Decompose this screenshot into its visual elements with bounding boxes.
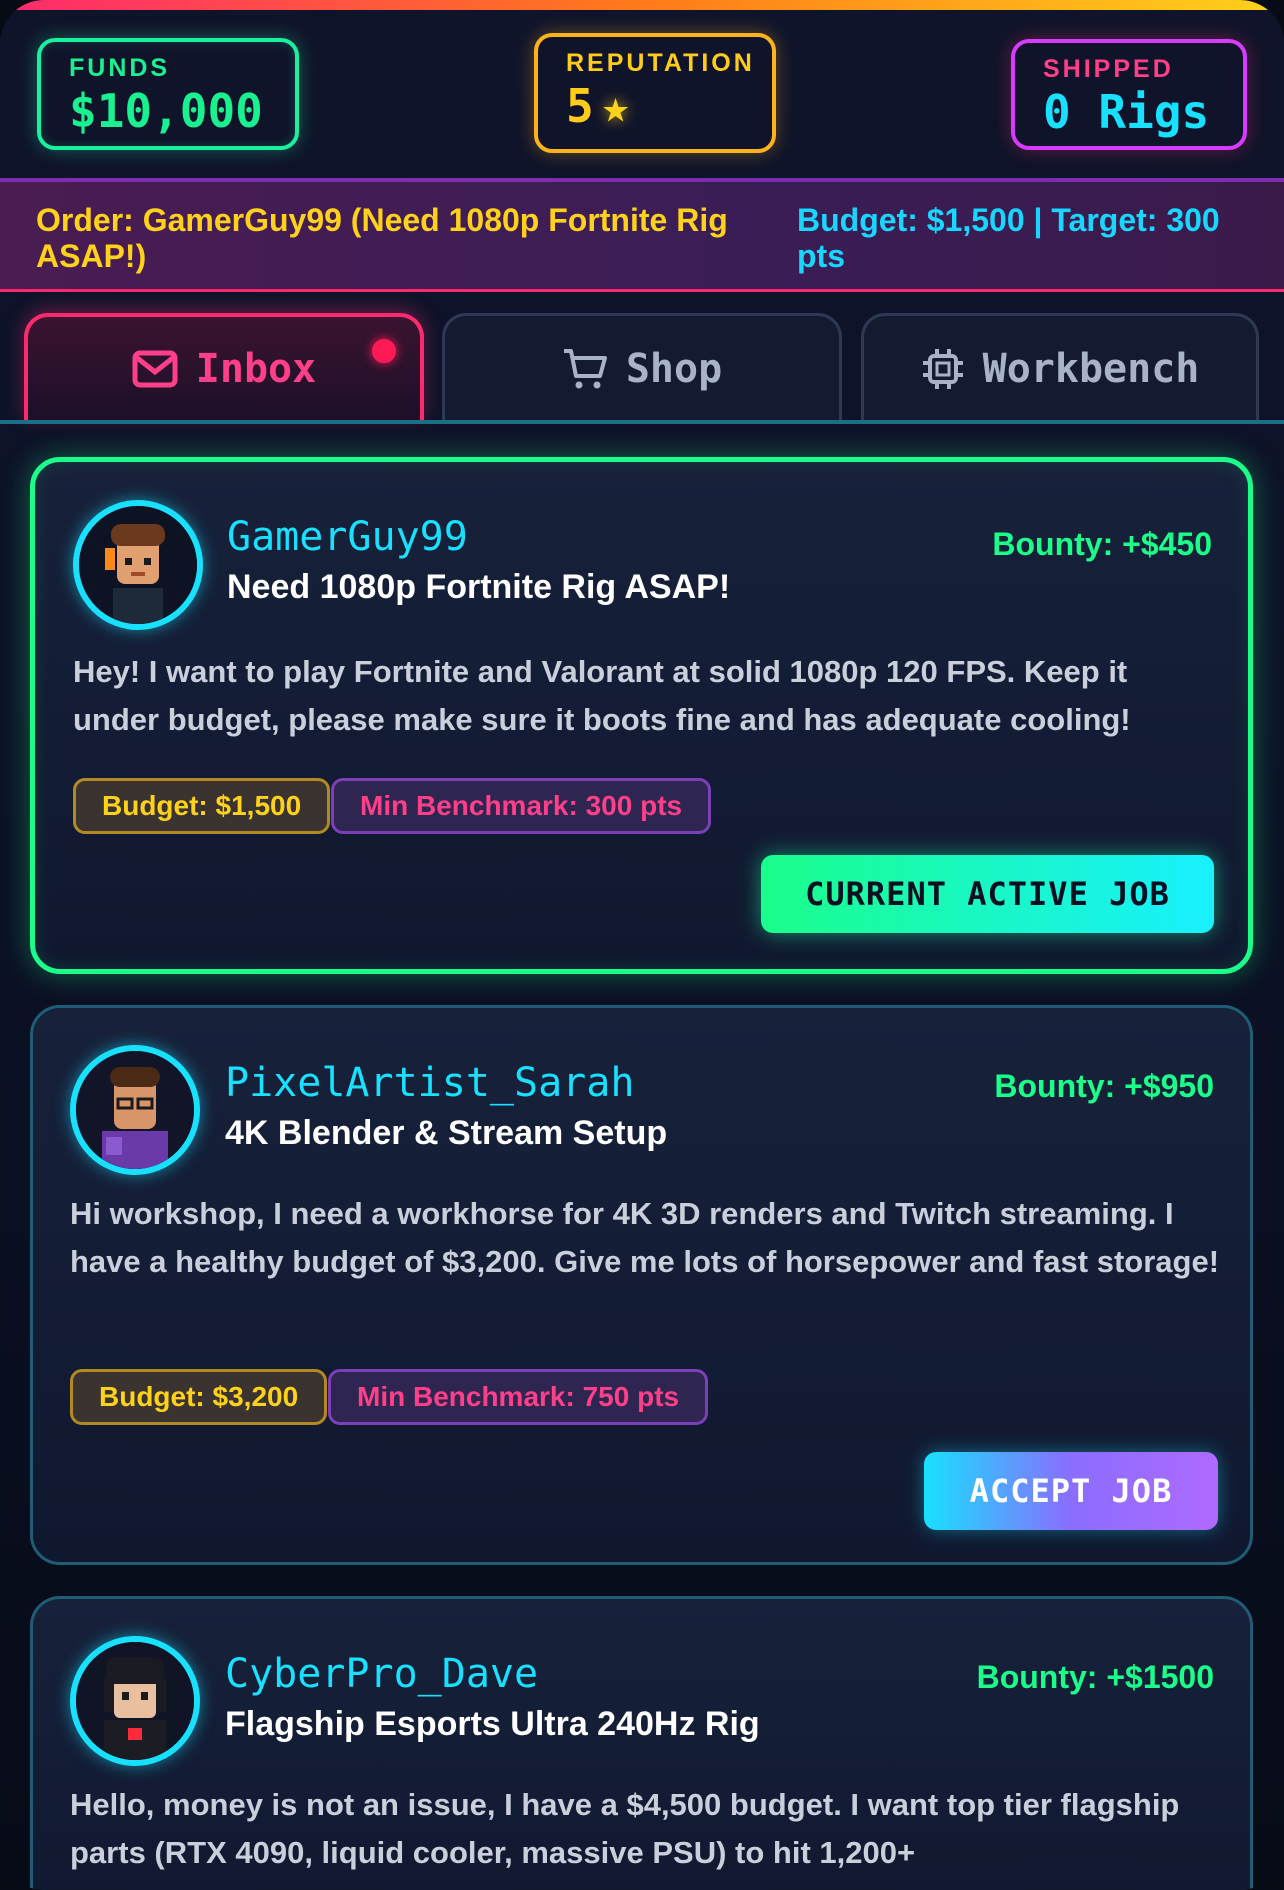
job-description: Hello, money is not an issue, I have a $… (70, 1787, 1180, 1870)
tab-inbox-label: Inbox (195, 346, 317, 392)
budget-chip: Budget: $1,500 (73, 778, 331, 834)
benchmark-chip: Min Benchmark: 750 pts (328, 1369, 709, 1425)
tab-shop[interactable]: Shop (442, 313, 842, 421)
top-accent-bar (0, 0, 1284, 10)
cart-icon (562, 346, 608, 392)
current-order-banner: Order: GamerGuy99 (Need 1080p Fortnite R… (0, 178, 1284, 292)
tab-shop-label: Shop (625, 345, 723, 392)
tab-inbox[interactable]: Inbox (24, 313, 424, 421)
mail-icon (132, 350, 178, 388)
shipped-label: SHIPPED (1043, 55, 1174, 83)
shipped-value: 0 Rigs (1043, 85, 1210, 139)
star-icon: ★ (601, 79, 630, 133)
order-budget-target: Budget: $1,500 | Target: 300 pts (797, 202, 1220, 274)
job-card: PixelArtist_Sarah 4K Blender & Stream Se… (30, 1005, 1253, 1565)
job-bounty: Bounty: +$1500 (976, 1659, 1214, 1695)
reputation-stat: REPUTATION 5 ★ (534, 33, 776, 153)
current-active-job-button[interactable]: CURRENT ACTIVE JOB (761, 855, 1214, 933)
reputation-value: 5 (566, 79, 594, 133)
job-card: CyberPro_Dave Flagship Esports Ultra 240… (30, 1596, 1253, 1890)
notification-dot (372, 339, 396, 363)
shipped-stat: SHIPPED 0 Rigs (1011, 39, 1247, 150)
job-title: Need 1080p Fortnite Rig ASAP! (227, 568, 731, 606)
job-username: GamerGuy99 (227, 514, 468, 560)
job-description: Hey! I want to play Fortnite and Valoran… (73, 654, 1131, 737)
cpu-icon (921, 347, 965, 391)
tab-divider (0, 420, 1284, 424)
avatar (73, 500, 203, 630)
job-card: GamerGuy99 Need 1080p Fortnite Rig ASAP!… (30, 457, 1253, 974)
budget-chip: Budget: $3,200 (70, 1369, 328, 1425)
funds-label: FUNDS (69, 54, 171, 82)
job-bounty: Bounty: +$950 (994, 1068, 1214, 1104)
tab-workbench[interactable]: Workbench (861, 313, 1259, 421)
job-title: 4K Blender & Stream Setup (225, 1114, 668, 1152)
job-username: CyberPro_Dave (225, 1651, 539, 1697)
tab-workbench-label: Workbench (982, 345, 1200, 392)
job-username: PixelArtist_Sarah (225, 1060, 635, 1106)
job-bounty: Bounty: +$450 (992, 526, 1212, 562)
avatar (70, 1636, 200, 1766)
avatar (70, 1045, 200, 1175)
reputation-label: REPUTATION (566, 49, 755, 77)
order-text: Order: GamerGuy99 (Need 1080p Fortnite R… (36, 202, 728, 274)
app-frame: FUNDS $10,000 REPUTATION 5 ★ SHIPPED 0 Ri… (0, 0, 1284, 1890)
job-description: Hi workshop, I need a workhorse for 4K 3… (70, 1196, 1220, 1279)
benchmark-chip: Min Benchmark: 300 pts (331, 778, 712, 834)
funds-value: $10,000 (69, 84, 263, 138)
funds-stat: FUNDS $10,000 (37, 38, 299, 150)
job-title: Flagship Esports Ultra 240Hz Rig (225, 1705, 760, 1743)
accept-job-button[interactable]: ACCEPT JOB (924, 1452, 1218, 1530)
